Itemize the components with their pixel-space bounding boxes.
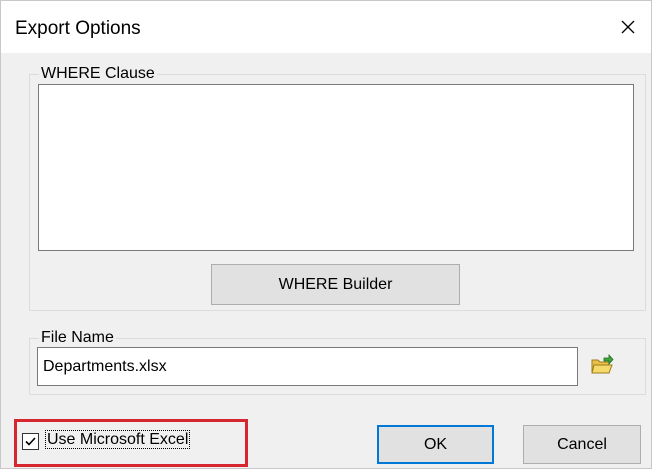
file-name-input[interactable]: Departments.xlsx (37, 347, 578, 386)
checkmark-icon (25, 437, 36, 446)
cancel-button[interactable]: Cancel (523, 425, 641, 464)
use-excel-checkbox[interactable] (22, 433, 39, 450)
browse-button[interactable] (589, 353, 615, 379)
open-folder-icon (591, 353, 614, 374)
use-excel-label-text: Use Microsoft Excel (45, 430, 191, 449)
where-builder-button[interactable]: WHERE Builder (211, 264, 460, 305)
file-name-label: File Name (39, 329, 116, 347)
ok-button[interactable]: OK (377, 425, 494, 464)
title-bar: Export Options (1, 1, 651, 53)
use-excel-label[interactable]: Use Microsoft Excel (45, 430, 191, 449)
close-icon (621, 20, 635, 34)
where-clause-textarea[interactable] (38, 84, 634, 251)
close-button[interactable] (605, 1, 651, 53)
window-title: Export Options (15, 18, 141, 39)
where-clause-label: WHERE Clause (39, 65, 157, 83)
export-options-dialog: Export Options WHERE Clause WHERE Builde… (0, 0, 652, 469)
